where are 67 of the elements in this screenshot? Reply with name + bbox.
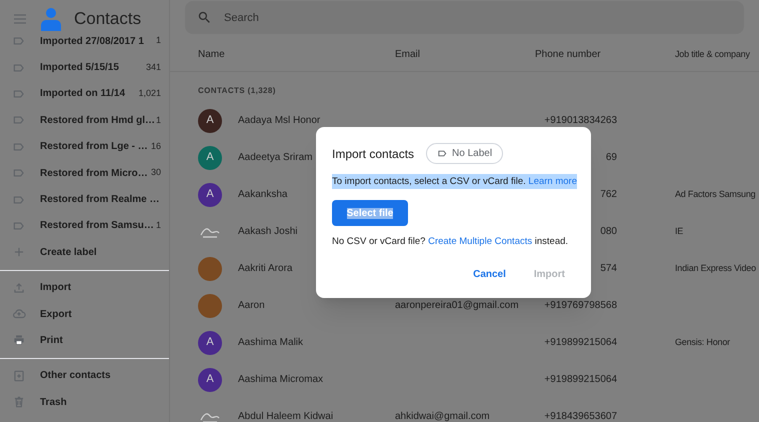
contact-name[interactable]: Abdul Haleem Kidwai (238, 409, 334, 422)
column-header[interactable]: Phone number (535, 47, 675, 62)
avatar: A (198, 182, 222, 206)
avatar: A (198, 330, 222, 354)
phone-cell: +919899215064 (544, 374, 617, 385)
sidebar-item[interactable]: Import (0, 274, 169, 301)
contact-name[interactable]: Aakash Joshi (238, 224, 298, 239)
phone-cell: 69 (606, 152, 617, 163)
email-cell: ahkidwai@gmail.com (395, 411, 490, 422)
archive-box-icon (12, 368, 26, 383)
create-multiple-contacts-link[interactable]: Create Multiple Contacts (428, 236, 532, 248)
dialog-title: Import contacts (332, 146, 414, 162)
sidebar-item[interactable]: Print (0, 327, 169, 354)
sidebar-item[interactable]: Trash (0, 389, 169, 416)
dialog-button[interactable]: Cancel (463, 264, 516, 286)
avatar: A (198, 146, 222, 170)
photo-placeholder (198, 294, 222, 318)
column-header[interactable]: Name (198, 47, 395, 62)
label-chip[interactable]: No Label (426, 143, 504, 164)
sidebar-label-item[interactable]: Restored from Samsu… 1 (0, 212, 169, 240)
sidebar-label-item[interactable]: Restored from Lge - … 16 (0, 134, 169, 160)
app-title: Contacts (74, 8, 142, 30)
photo-placeholder (198, 256, 222, 280)
phone-cell: 574 (600, 263, 617, 274)
phone-cell: +918439653607 (544, 411, 617, 422)
contact-name[interactable]: Aadaya Msl Honor (238, 113, 320, 128)
email-cell: aaronpereira01@gmail.com (395, 300, 519, 311)
sidebar-item[interactable]: Export (0, 300, 169, 328)
job-cell: Indian Express Video (675, 262, 756, 273)
search-icon (197, 10, 212, 25)
instruction-text: To import contacts, select a CSV or vCard file. Learn more (332, 174, 577, 189)
avatar: A (198, 368, 222, 392)
contact-name[interactable]: Aashima Micromax (238, 372, 324, 387)
phone-cell: 762 (600, 189, 617, 200)
sidebar-label-item[interactable]: Imported 5/15/15 341 (0, 54, 169, 81)
contact-name[interactable]: Aashima Malik (238, 335, 304, 350)
dialog-button: Import (524, 264, 575, 286)
create-label-item[interactable]: Create label (0, 239, 169, 266)
contact-name[interactable]: Aakriti Arora (238, 261, 292, 276)
contact-name[interactable]: Aakanksha (238, 187, 288, 202)
learn-more-link[interactable]: Learn more (528, 176, 577, 187)
person-icon (40, 7, 62, 31)
contact-name[interactable]: Aaron (238, 298, 265, 313)
sidebar-label-item[interactable]: Restored from Hmd gl…1 (0, 107, 169, 134)
search-field[interactable]: Search (185, 1, 744, 34)
label-icon (437, 148, 448, 159)
phone-cell: 080 (600, 226, 617, 237)
trash-icon (12, 395, 26, 410)
upload-icon (12, 280, 26, 295)
job-cell: Gensis: Honor (675, 336, 730, 347)
sidebar-label-item[interactable]: Restored from Realme … (0, 186, 169, 213)
phone-cell: +919899215064 (544, 337, 617, 348)
no-file-text: No CSV or vCard file? Create Multiple Contacts instead. (332, 235, 570, 250)
avatar: A (198, 108, 222, 132)
sidebar-item[interactable]: Other contacts (0, 362, 169, 390)
column-header[interactable]: Email (395, 47, 535, 62)
sidebar-label-item[interactable]: Imported 27/08/2017 1 1 (0, 28, 169, 54)
sidebar-label-item[interactable]: Imported on 11/14 1,021 (0, 80, 169, 108)
column-header[interactable]: Job title & company (675, 48, 759, 62)
contact-name[interactable]: Aadeetya Sriram (238, 150, 312, 165)
phone-cell: +919013834263 (544, 115, 617, 126)
job-cell: IE (675, 226, 684, 236)
print-icon (12, 333, 26, 348)
sidebar-label-item[interactable]: Restored from Micro… 30 (0, 160, 169, 186)
section-heading: CONTACTS (1,328) (198, 86, 276, 95)
job-cell: Ad Factors Samsung (675, 188, 756, 199)
phone-cell: +919769798568 (544, 300, 617, 311)
